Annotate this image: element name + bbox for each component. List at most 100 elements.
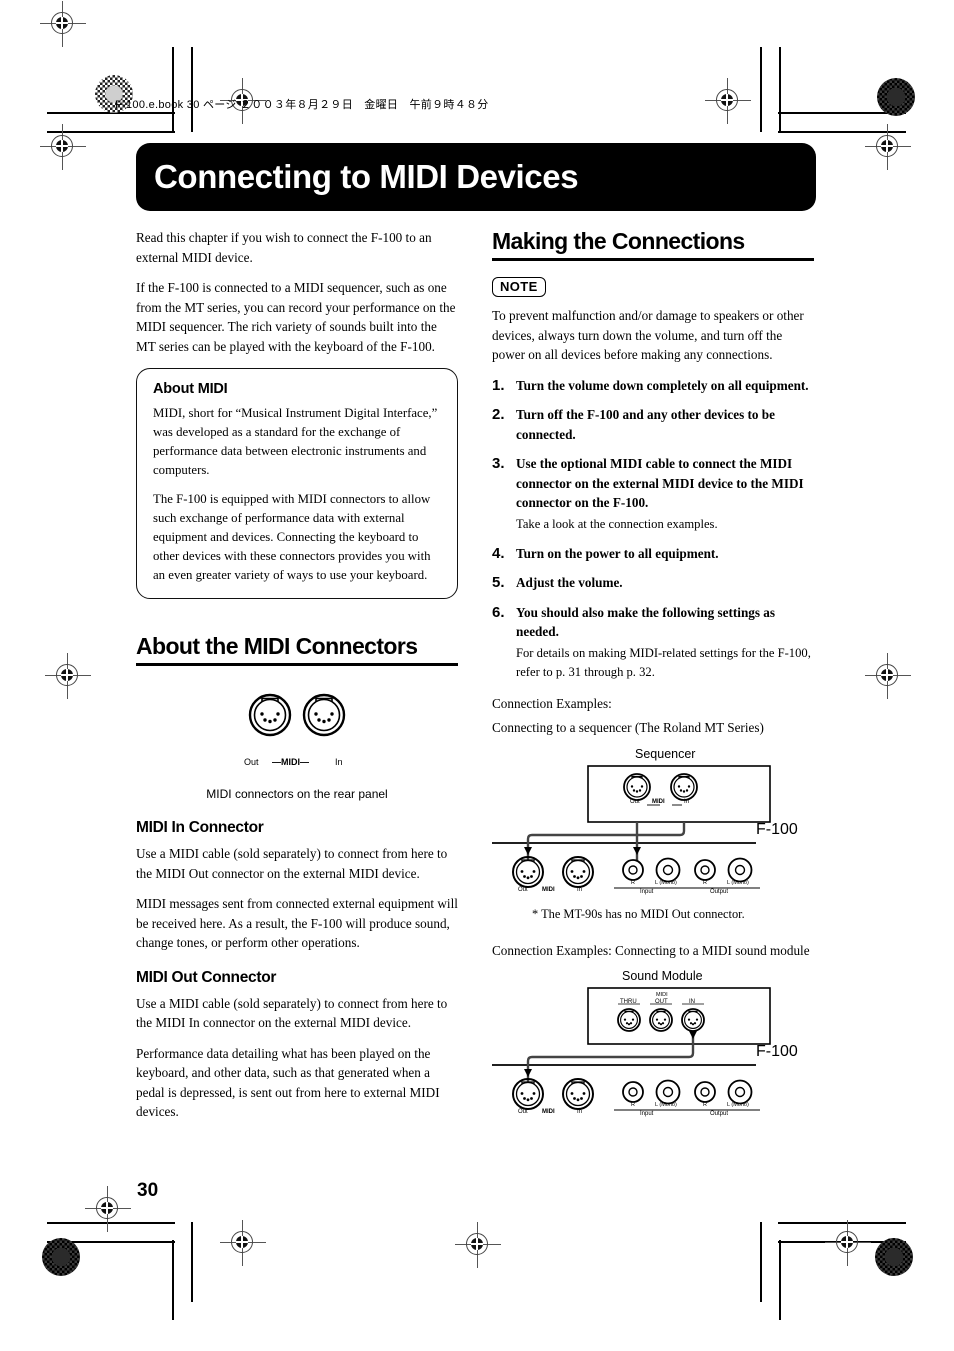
f100-midi-label-2: MIDI (542, 1109, 555, 1115)
page-number: 30 (137, 1180, 159, 1201)
page-title: Connecting to MIDI Devices (154, 158, 579, 195)
step-subtext: Take a look at the connection examples. (516, 516, 718, 531)
sound-module-in-label: IN (689, 999, 695, 1005)
midi-out-paragraph-2: Performance data detailing what has been… (136, 1045, 440, 1120)
step-item: 2. Turn off the F-100 and any other devi… (492, 405, 814, 444)
f100-device-label-2: F-100 (756, 1043, 798, 1060)
output-r-label-1: R (703, 879, 707, 886)
chapter-title-banner: Connecting to MIDI Devices (136, 143, 816, 211)
module-midi-in-din-icon (681, 1008, 705, 1032)
halftone-dot-bottom-left (42, 1238, 80, 1276)
section-heading-making-connections: Making the Connections (492, 228, 814, 261)
step-text: Turn off the F-100 and any other devices… (516, 407, 775, 442)
step-number: 1. (492, 376, 505, 394)
module-midi-thru-din-icon (617, 1008, 641, 1032)
sound-module-out-label: OUT (655, 999, 668, 1005)
note-badge: NOTE (492, 277, 546, 297)
registration-mark-right-middle (865, 653, 911, 699)
heading-midi-out-connector: MIDI Out Connector (136, 968, 277, 986)
step-text: Adjust the volume. (516, 575, 623, 590)
example1-footnote: * The MT-90s has no MIDI Out connector. (532, 906, 745, 921)
heading-midi-in-connector: MIDI In Connector (136, 819, 264, 836)
example1-intro-line2: Connecting to a sequencer (The Roland MT… (492, 720, 764, 735)
step-number: 4. (492, 544, 505, 562)
midi-out-din-icon (248, 693, 292, 737)
about-midi-paragraph-2: The F-100 is equipped with MIDI connecto… (153, 492, 431, 582)
midi-in-paragraph-2: MIDI messages sent from connected extern… (136, 896, 458, 950)
sound-module-midi-label: MIDI (656, 992, 668, 998)
f100-midi-in-din-icon-2 (562, 1078, 594, 1110)
step-number: 3. (492, 455, 505, 472)
step-text: You should also make the following setti… (516, 604, 776, 640)
connector-label-midi: —MIDI— (272, 757, 309, 767)
steps-list: 1. Turn the volume down completely on al… (492, 376, 814, 682)
connection-diagram-sequencer: Sequencer Out MIDI In F-100 Out MIDI In … (492, 746, 814, 901)
midi-out-paragraph-1: Use a MIDI cable (sold separately) to co… (136, 995, 448, 1031)
module-midi-out-din-icon (649, 1008, 673, 1032)
f100-midi-in-din-icon (562, 855, 594, 888)
step-item: 3. Use the optional MIDI cable to connec… (492, 454, 814, 513)
step-text: Turn the volume down completely on all e… (516, 377, 809, 393)
f100-midi-out-din-icon-2 (512, 1078, 544, 1110)
output-l-label-1: L (Mono) (727, 879, 749, 886)
registration-mark-top-left (40, 1, 86, 47)
intro-paragraph-2: If the F-100 is connected to a MIDI sequ… (136, 280, 456, 354)
registration-mark-top-left-b (40, 124, 86, 170)
about-midi-paragraph-1: MIDI, short for “Musical Instrument Digi… (153, 406, 438, 477)
f100-in-label-1: In (577, 886, 583, 893)
registration-mark-bottom-left (85, 1186, 131, 1232)
input-r-label-2: R (631, 1102, 635, 1108)
registration-mark-bottom-inner (220, 1220, 266, 1266)
example1-intro-line1: Connection Examples: (492, 695, 612, 711)
step-subtext: For details on making MIDI-related setti… (516, 645, 811, 679)
sound-module-device-label: Sound Module (622, 969, 703, 983)
intro-paragraph-1: Read this chapter if you wish to connect… (136, 230, 432, 265)
step-text: Use the optional MIDI cable to connect t… (516, 456, 804, 510)
section-heading-midi-connectors: About the MIDI Connectors (136, 633, 458, 666)
input-r-label-1: R (631, 879, 635, 886)
step-item: 5. Adjust the volume. (492, 573, 814, 593)
document-page: F-100.e.book 30 ページ ２００３年８月２９日 金曜日 午前９時４… (0, 0, 954, 1351)
f100-midi-out-din-icon (512, 855, 544, 888)
right-column: Making the Connections NOTE To prevent m… (492, 228, 814, 1119)
step-item: 1. Turn the volume down completely on al… (492, 376, 814, 396)
about-midi-heading: About MIDI (153, 381, 228, 397)
step-item: 6. You should also make the following se… (492, 603, 814, 642)
midi-in-din-icon (302, 693, 346, 737)
about-midi-box: About MIDI MIDI, short for “Musical Inst… (136, 368, 458, 599)
input-l-label-2: L (Mono) (655, 1102, 677, 1108)
sequencer-out-label: Out (630, 798, 640, 805)
rear-panel-connector-diagram: Out —MIDI— In MIDI connectors on the rea… (136, 688, 458, 801)
step-item: 4. Turn on the power to all equipment. (492, 544, 814, 564)
note-text: To prevent malfunction and/or damage to … (492, 308, 804, 362)
output-group-label-1: Output (710, 888, 729, 895)
connection-diagram-sound-module: Sound Module MIDI THRU OUT IN F-100 Out … (492, 969, 814, 1119)
sequencer-in-label: In (684, 798, 690, 805)
halftone-dot-bottom-right (875, 1238, 913, 1276)
f100-device-label-1: F-100 (756, 820, 798, 838)
sequencer-midi-out-din-icon (623, 772, 651, 801)
sound-module-thru-label: THRU (620, 999, 637, 1005)
left-column: Read this chapter if you wish to connect… (136, 228, 458, 1133)
registration-mark-left-middle (45, 653, 91, 699)
midi-din-connectors-svg (248, 693, 346, 737)
registration-mark-bottom-right (825, 1220, 871, 1266)
midi-in-paragraph-1: Use a MIDI cable (sold separately) to co… (136, 846, 448, 881)
f100-output-jacks-icon-2 (687, 1079, 760, 1111)
sequencer-device-label: Sequencer (635, 746, 696, 761)
f100-out-label-1: Out (518, 886, 528, 893)
example2-intro: Connection Examples: Connecting to a MID… (492, 942, 810, 958)
output-l-label-2: L (Mono) (727, 1102, 749, 1108)
step-number: 6. (492, 603, 505, 621)
f100-midi-label-1: MIDI (542, 886, 555, 893)
connector-label-in: In (335, 757, 343, 767)
input-group-label-2: Input (640, 1111, 654, 1117)
input-group-label-1: Input (640, 888, 654, 895)
book-header-line: F-100.e.book 30 ページ ２００３年８月２９日 金曜日 午前９時４… (115, 99, 489, 111)
sequencer-midi-label: MIDI (652, 798, 665, 805)
step-text: Turn on the power to all equipment. (516, 545, 719, 561)
f100-out-label-2: Out (518, 1109, 528, 1115)
step-number: 2. (492, 406, 505, 423)
step-number: 5. (492, 574, 505, 591)
connector-label-out: Out (244, 757, 259, 767)
